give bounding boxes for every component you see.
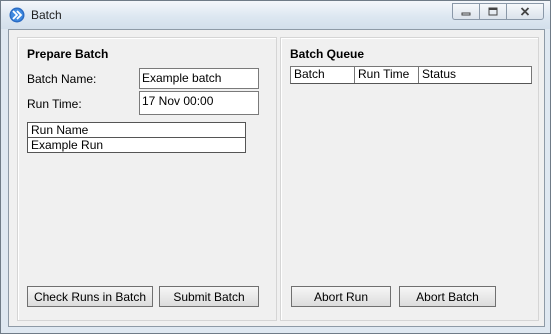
check-runs-button[interactable]: Check Runs in Batch bbox=[27, 286, 153, 307]
status-column-header[interactable]: Status bbox=[419, 67, 531, 83]
window-controls bbox=[452, 3, 544, 21]
close-button[interactable] bbox=[506, 3, 544, 20]
batch-queue-panel: Batch Queue Batch Run Time Status Abort … bbox=[280, 37, 539, 321]
app-icon bbox=[9, 7, 25, 23]
batch-queue-list[interactable]: Batch Run Time Status bbox=[290, 66, 532, 84]
title-bar[interactable]: Batch bbox=[1, 1, 550, 29]
batch-queue-title: Batch Queue bbox=[290, 47, 365, 61]
submit-batch-button[interactable]: Submit Batch bbox=[159, 286, 259, 307]
run-time-column-header[interactable]: Run Time bbox=[355, 67, 419, 83]
client-area: Prepare Batch Batch Name: Example batch … bbox=[8, 29, 545, 327]
batch-column-header[interactable]: Batch bbox=[291, 67, 355, 83]
batch-name-field[interactable]: Example batch bbox=[139, 68, 259, 89]
minimize-button[interactable] bbox=[452, 3, 479, 20]
run-name-column-header[interactable]: Run Name bbox=[28, 123, 245, 138]
close-icon bbox=[520, 5, 530, 19]
abort-batch-button[interactable]: Abort Batch bbox=[399, 286, 496, 307]
run-time-field[interactable]: 17 Nov 00:00 bbox=[139, 91, 259, 115]
maximize-icon bbox=[488, 5, 498, 19]
window-title: Batch bbox=[31, 8, 62, 22]
prepare-batch-title: Prepare Batch bbox=[27, 47, 109, 61]
batch-name-label: Batch Name: bbox=[27, 72, 97, 86]
minimize-icon bbox=[461, 5, 471, 19]
table-row[interactable]: Example Run bbox=[28, 138, 245, 152]
batch-window: Batch Prepare Batch Batch Name: Example … bbox=[0, 0, 551, 334]
abort-run-button[interactable]: Abort Run bbox=[291, 286, 391, 307]
prepare-batch-panel: Prepare Batch Batch Name: Example batch … bbox=[17, 37, 277, 321]
runs-grid: Run Name Example Run bbox=[27, 122, 246, 153]
run-time-label: Run Time: bbox=[27, 97, 82, 111]
maximize-button[interactable] bbox=[479, 3, 506, 20]
